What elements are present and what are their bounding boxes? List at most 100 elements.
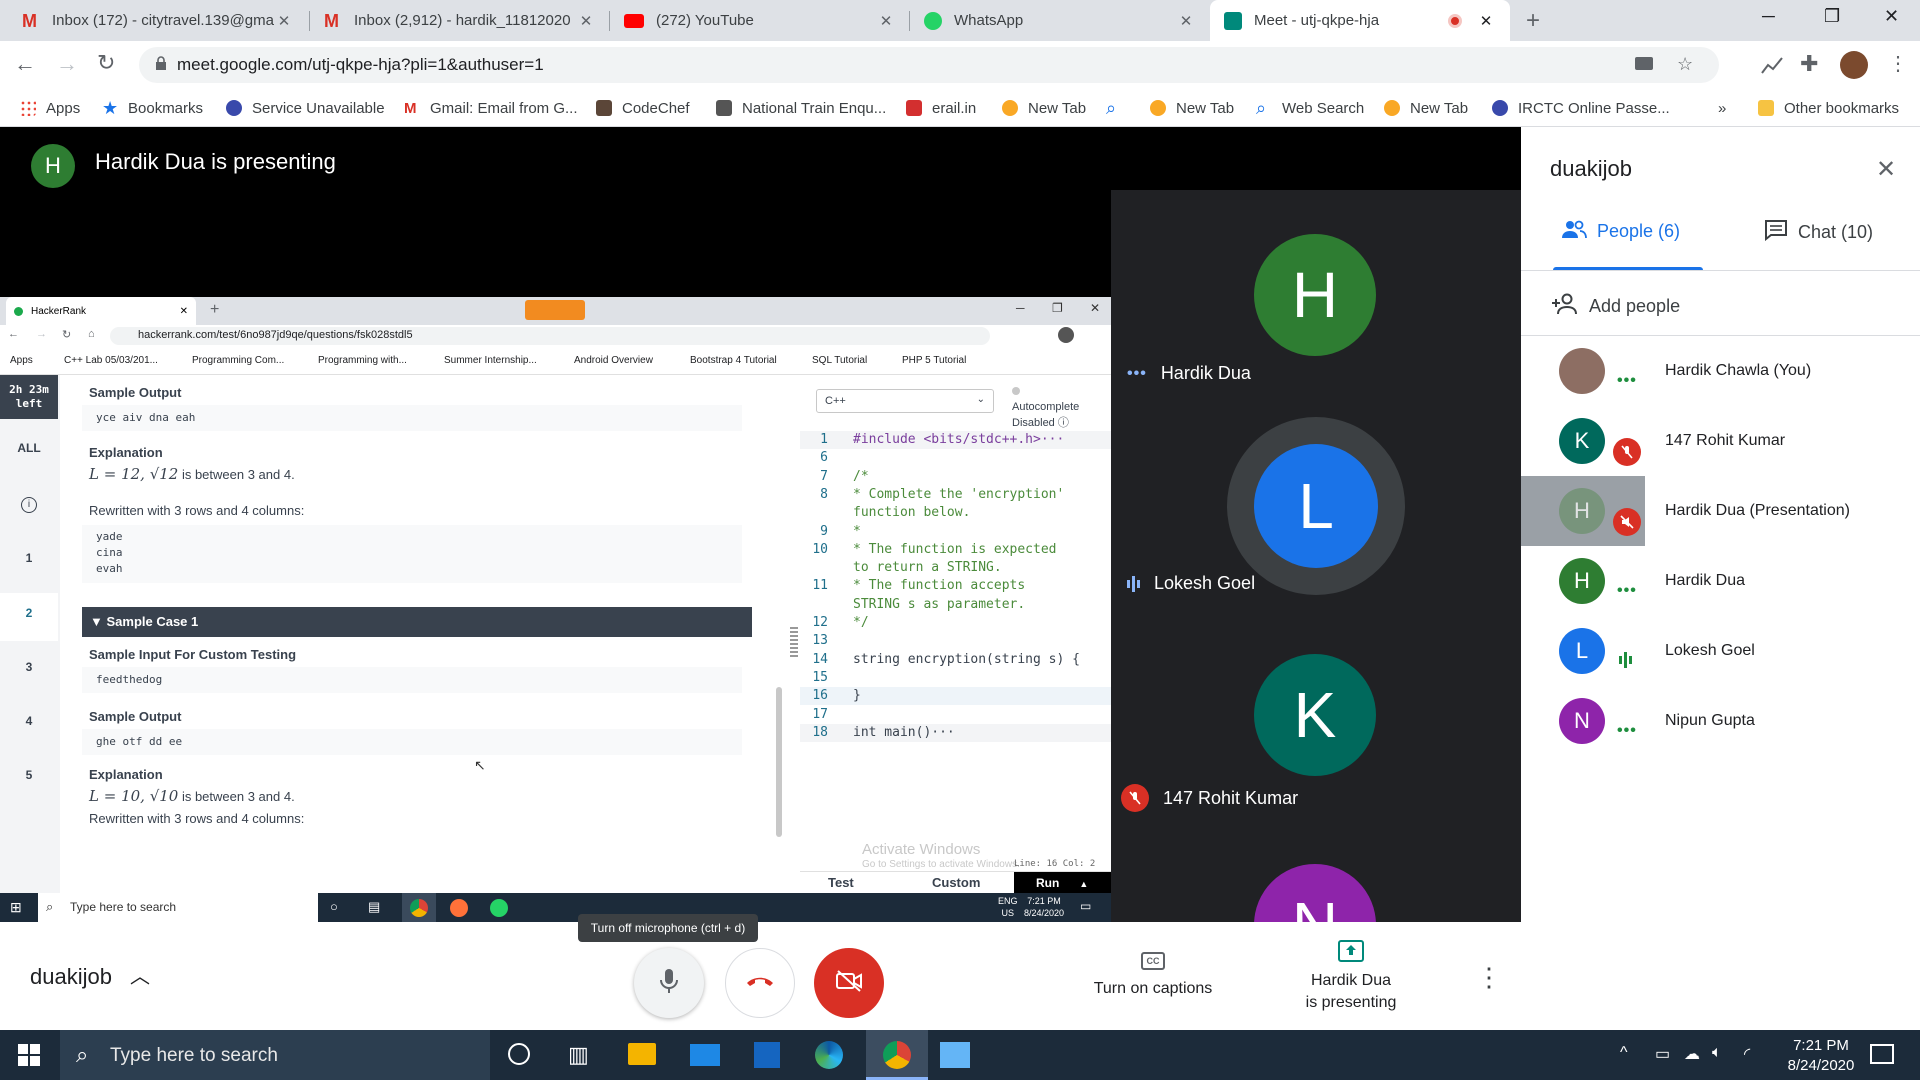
maximize-button[interactable]: ❐	[1824, 6, 1840, 27]
close-icon[interactable]: ✕	[1176, 12, 1196, 30]
back-icon[interactable]: ←	[8, 328, 19, 340]
bookmark-codechef[interactable]: CodeChef	[596, 89, 690, 127]
extension-icon[interactable]	[1760, 53, 1784, 77]
nav-question-3[interactable]: 3	[0, 660, 58, 674]
code-line[interactable]: 10 * The function is expected	[800, 541, 1111, 559]
chevron-up-icon[interactable]: ^	[1620, 1044, 1628, 1062]
code-line[interactable]: 14 string encryption(string s) {	[800, 651, 1111, 669]
minimize-button[interactable]: ─	[1762, 6, 1775, 27]
forward-icon[interactable]: →	[56, 51, 78, 77]
code-line[interactable]: 18 int main()···	[800, 723, 1111, 742]
captions-button[interactable]: Turn on captions	[1086, 980, 1220, 998]
camera-icon[interactable]	[1635, 57, 1653, 70]
info-icon[interactable]: i	[21, 497, 37, 513]
code-line[interactable]: 16}	[800, 687, 1111, 706]
participant-row[interactable]: N ••• Nipun Gupta	[1521, 686, 1920, 756]
browser-tab-youtube[interactable]: (272) YouTube ✕	[610, 0, 910, 41]
close-window-button[interactable]: ✕	[1884, 6, 1899, 27]
whatsapp-icon[interactable]	[490, 899, 508, 917]
nav-all[interactable]: ALL	[0, 441, 58, 455]
split-handle[interactable]	[790, 627, 798, 657]
home-icon[interactable]: ⌂	[88, 328, 95, 340]
close-icon[interactable]: ✕	[1876, 155, 1896, 184]
nav-question-4[interactable]: 4	[0, 714, 58, 728]
participant-row[interactable]: K 147 Rohit Kumar	[1521, 406, 1920, 476]
taskbar-search-box[interactable]: ⌕ Type here to search	[60, 1030, 490, 1080]
code-line[interactable]: 8 * Complete the 'encryption'	[800, 486, 1111, 504]
code-line[interactable]: 15	[800, 669, 1111, 687]
meeting-details-button[interactable]: duakijob	[30, 964, 112, 990]
bookmark[interactable]: PHP 5 Tutorial	[902, 355, 966, 366]
code-line[interactable]: STRING s as parameter.	[800, 596, 1111, 614]
close-window-button[interactable]: ✕	[1090, 301, 1100, 315]
bookmark-newtab-1[interactable]: New Tab	[1002, 89, 1086, 127]
new-tab-button[interactable]: +	[210, 301, 219, 319]
windows-start-icon[interactable]: ⊞	[10, 899, 22, 916]
search-box[interactable]: Type here to search	[38, 893, 318, 922]
bookmark-service[interactable]: Service Unavailable	[226, 89, 385, 127]
maximize-button[interactable]: ❐	[1052, 301, 1063, 315]
bookmark-irctc[interactable]: IRCTC Online Passe...	[1492, 89, 1670, 127]
bookmark-apps[interactable]: Apps	[20, 89, 80, 127]
bookmark[interactable]: C++ Lab 05/03/201...	[64, 355, 158, 366]
more-options-icon[interactable]: •••	[1617, 582, 1637, 600]
bookmark[interactable]: SQL Tutorial	[812, 355, 867, 366]
bookmark[interactable]: Programming with...	[318, 355, 407, 366]
participant-row[interactable]: H Hardik Dua (Presentation)	[1521, 476, 1920, 546]
puzzle-icon[interactable]: ✚	[1800, 51, 1818, 77]
reload-icon[interactable]: ↻	[62, 328, 71, 341]
microphone-button[interactable]	[634, 948, 704, 1018]
more-options-icon[interactable]: •••	[1617, 722, 1637, 740]
wifi-icon[interactable]: ◜	[1744, 1044, 1750, 1064]
tab-chat[interactable]: Chat (10)	[1764, 219, 1873, 246]
bookmark[interactable]: Android Overview	[574, 355, 653, 366]
browser-tab-gmail-2[interactable]: M Inbox (2,912) - hardik_11812020 ✕	[310, 0, 610, 41]
shared-tab-hackerrank[interactable]: HackerRank ✕	[6, 297, 196, 325]
chrome-taskbar-button[interactable]	[866, 1030, 928, 1080]
bookmark[interactable]: Bootstrap 4 Tutorial	[690, 355, 777, 366]
language-select[interactable]: C++ ⌄	[816, 389, 994, 413]
address-bar[interactable]: meet.google.com/utj-qkpe-hja?pli=1&authu…	[139, 47, 1719, 83]
notification-icon[interactable]	[1870, 1044, 1894, 1064]
bookmark[interactable]: Programming Com...	[192, 355, 284, 366]
profile-avatar[interactable]	[1058, 327, 1074, 343]
participant-row[interactable]: ••• Hardik Chawla (You)	[1521, 336, 1920, 406]
nav-question-2[interactable]: 2	[0, 606, 58, 620]
close-icon[interactable]: ✕	[576, 12, 596, 30]
clock[interactable]: 7:21 PM 8/24/2020	[1776, 1036, 1866, 1076]
code-line[interactable]: 13	[800, 632, 1111, 650]
star-icon[interactable]: ☆	[1677, 54, 1693, 75]
new-tab-button[interactable]: +	[1520, 8, 1546, 34]
tab-test[interactable]: Test	[828, 875, 854, 890]
bookmark-train[interactable]: National Train Enqu...	[716, 89, 886, 127]
battery-icon[interactable]: ▭	[1655, 1044, 1670, 1064]
code-line[interactable]: 9 *	[800, 523, 1111, 541]
close-icon[interactable]: ✕	[180, 306, 188, 317]
camera-button[interactable]	[814, 948, 884, 1018]
participant-row[interactable]: L Lokesh Goel	[1521, 616, 1920, 686]
code-line[interactable]: 6	[800, 449, 1111, 467]
nav-question-1[interactable]: 1	[0, 551, 58, 565]
close-icon[interactable]: ✕	[274, 12, 294, 30]
leave-call-button[interactable]	[725, 948, 795, 1018]
bookmark-erail[interactable]: erail.in	[906, 89, 976, 127]
browser-tab-meet[interactable]: Meet - utj-qkpe-hja ✕	[1210, 0, 1510, 41]
cloud-icon[interactable]: ☁	[1684, 1044, 1700, 1064]
back-icon[interactable]: ←	[14, 51, 36, 77]
lang-indicator[interactable]: ENG US	[998, 895, 1018, 919]
close-icon[interactable]: ✕	[1476, 12, 1496, 30]
cortana-icon[interactable]: ○	[330, 899, 338, 914]
menu-icon[interactable]: ⋮	[1888, 51, 1908, 76]
bookmark[interactable]: Apps	[10, 355, 33, 366]
store-icon[interactable]	[754, 1042, 780, 1068]
run-button[interactable]: Run ▲	[1014, 872, 1111, 893]
reload-icon[interactable]: ↻	[97, 50, 115, 76]
more-options-icon[interactable]: •••	[1617, 372, 1637, 390]
participant-row[interactable]: H ••• Hardik Dua	[1521, 546, 1920, 616]
autocomplete-toggle[interactable]	[1012, 387, 1020, 395]
forward-icon[interactable]: →	[36, 328, 47, 340]
clock[interactable]: 7:21 PM 8/24/2020	[1024, 895, 1064, 919]
firefox-icon[interactable]	[450, 899, 468, 917]
minimize-button[interactable]: ─	[1016, 301, 1025, 315]
task-view-icon[interactable]: ▥	[568, 1042, 589, 1068]
